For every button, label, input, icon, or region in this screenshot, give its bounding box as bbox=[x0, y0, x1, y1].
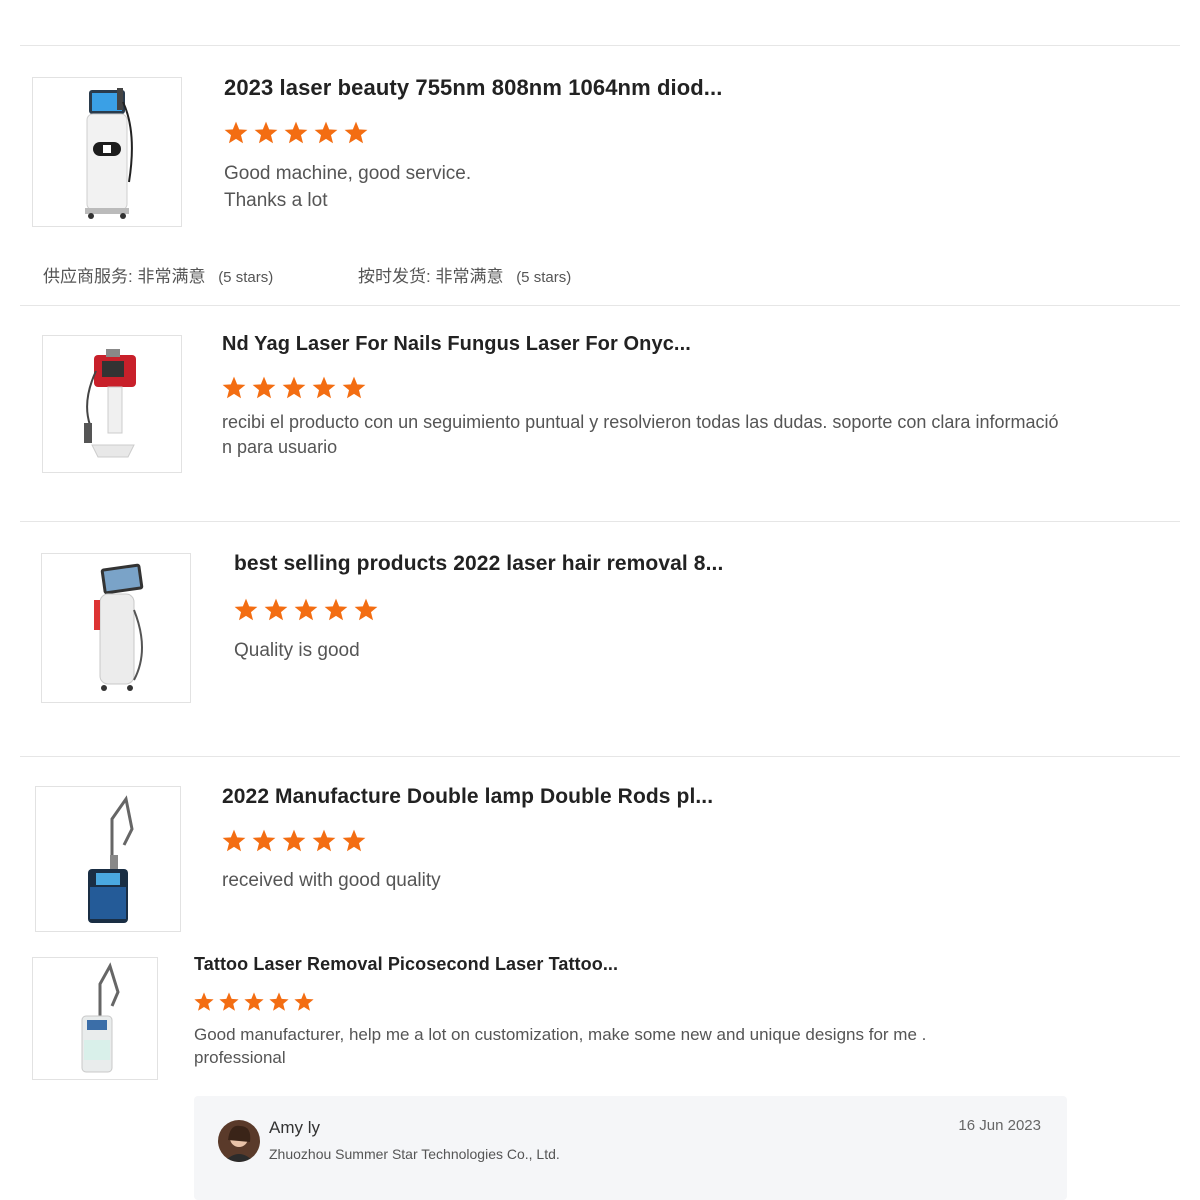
diode-laser-machine-icon bbox=[85, 88, 133, 219]
star-icon bbox=[222, 376, 246, 399]
review-line: Thanks a lot bbox=[224, 190, 328, 211]
star-icon bbox=[252, 829, 276, 852]
star-icon bbox=[219, 992, 239, 1011]
star-icon bbox=[344, 121, 368, 144]
star-rating bbox=[193, 991, 318, 1013]
review-line: Good manufacturer, help me a lot on cust… bbox=[194, 1025, 927, 1044]
product-title-link[interactable]: Tattoo Laser Removal Picosecond Laser Ta… bbox=[194, 954, 618, 975]
review-text: Quality is good bbox=[234, 637, 360, 664]
star-icon bbox=[244, 992, 264, 1011]
product-title-link[interactable]: best selling products 2022 laser hair re… bbox=[234, 552, 723, 576]
nd-yag-laser-machine-icon bbox=[84, 349, 136, 458]
star-icon bbox=[282, 376, 306, 399]
review-text: received with good quality bbox=[222, 867, 441, 894]
star-icon bbox=[342, 376, 366, 399]
star-icon bbox=[314, 121, 338, 144]
pico-laser-machine-icon bbox=[88, 795, 134, 923]
star-icon bbox=[294, 992, 314, 1011]
delivery-ratings: 按时发货: 非常满意 (5 stars) bbox=[358, 262, 571, 287]
product-title-link[interactable]: 2022 Manufacture Double lamp Double Rods… bbox=[222, 785, 713, 809]
rating-stars-text: (5 stars) bbox=[218, 269, 274, 286]
buyer-name: Amy ly bbox=[269, 1118, 320, 1137]
star-icon bbox=[312, 376, 336, 399]
review-line: professional bbox=[194, 1048, 286, 1067]
star-icon bbox=[269, 992, 289, 1011]
star-icon bbox=[324, 598, 348, 621]
star-icon bbox=[284, 121, 308, 144]
star-icon bbox=[264, 598, 288, 621]
review-line: Good machine, good service. bbox=[224, 163, 472, 184]
star-icon bbox=[312, 829, 336, 852]
divider bbox=[20, 45, 1180, 46]
star-icon bbox=[342, 829, 366, 852]
tattoo-removal-laser-machine-icon bbox=[81, 961, 120, 1072]
star-icon bbox=[222, 829, 246, 852]
product-thumbnail[interactable] bbox=[35, 786, 181, 932]
review-line: received with good quality bbox=[222, 870, 441, 891]
divider bbox=[20, 756, 1180, 757]
product-title-link[interactable]: Nd Yag Laser For Nails Fungus Laser For … bbox=[222, 333, 691, 356]
star-icon bbox=[252, 376, 276, 399]
star-icon bbox=[194, 992, 214, 1011]
product-thumbnail[interactable] bbox=[42, 335, 182, 473]
star-rating bbox=[223, 120, 373, 146]
review-date: 16 Jun 2023 bbox=[958, 1117, 1041, 1134]
buyer-company: Zhuozhou Summer Star Technologies Co., L… bbox=[269, 1146, 560, 1162]
star-rating bbox=[221, 828, 371, 854]
review-line: n para usuario bbox=[222, 437, 338, 457]
star-icon bbox=[354, 598, 378, 621]
avatar-icon bbox=[218, 1120, 260, 1162]
star-icon bbox=[234, 598, 258, 621]
star-icon bbox=[294, 598, 318, 621]
star-rating bbox=[233, 597, 383, 623]
star-icon bbox=[224, 121, 248, 144]
divider bbox=[20, 521, 1180, 522]
buyer-info-card: Amy ly Zhuozhou Summer Star Technologies… bbox=[194, 1096, 1067, 1200]
product-thumbnail[interactable] bbox=[32, 957, 158, 1080]
review-text: Good manufacturer, help me a lot on cust… bbox=[194, 1023, 926, 1069]
avatar bbox=[218, 1120, 260, 1162]
hair-removal-laser-machine-icon bbox=[94, 563, 144, 691]
supplier-ratings: 供应商服务: 非常满意 (5 stars) bbox=[43, 262, 273, 287]
review-line: Quality is good bbox=[234, 640, 360, 661]
review-text: Good machine, good service. Thanks a lot bbox=[224, 160, 471, 214]
star-icon bbox=[254, 121, 278, 144]
rating-label: 供应商服务: 非常满意 bbox=[43, 267, 206, 286]
product-thumbnail[interactable] bbox=[32, 77, 182, 227]
product-thumbnail[interactable] bbox=[41, 553, 191, 703]
product-title-link[interactable]: 2023 laser beauty 755nm 808nm 1064nm dio… bbox=[224, 75, 722, 101]
review-text: recibi el producto con un seguimiento pu… bbox=[222, 410, 1058, 460]
rating-label: 按时发货: 非常满意 bbox=[358, 267, 504, 286]
divider bbox=[20, 305, 1180, 306]
rating-stars-text: (5 stars) bbox=[516, 269, 572, 286]
review-line: recibi el producto con un seguimiento pu… bbox=[222, 412, 1059, 432]
star-icon bbox=[282, 829, 306, 852]
star-rating bbox=[221, 375, 371, 401]
